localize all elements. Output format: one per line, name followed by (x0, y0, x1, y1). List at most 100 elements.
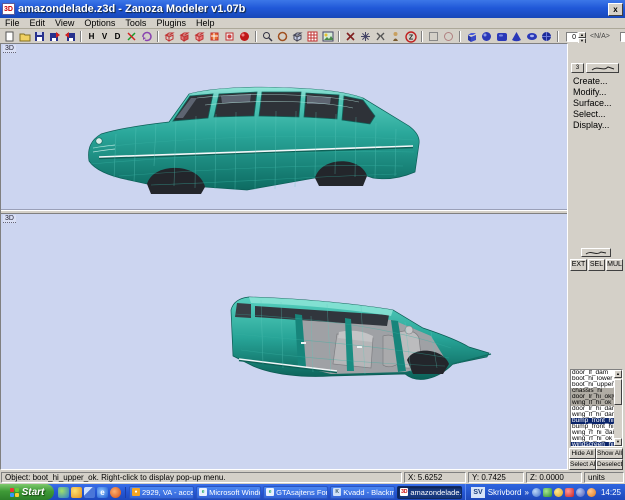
save-file-button[interactable] (32, 31, 47, 43)
tray-update-icon[interactable] (554, 488, 563, 497)
primitive-geosphere-button[interactable] (539, 31, 554, 43)
object-list[interactable]: door_lf_dam boot_hi_lower_ok boot_hi_upp… (570, 369, 623, 447)
scroll-up-icon[interactable]: ▲ (614, 370, 622, 378)
deselect-button[interactable]: Deselect (596, 459, 623, 470)
flat-mode-button[interactable] (177, 31, 192, 43)
toolbar-separator (157, 31, 159, 42)
local-axes-button[interactable] (290, 31, 305, 43)
textured-mode-button[interactable] (207, 31, 222, 43)
unwrap-button[interactable] (426, 31, 441, 43)
toolbar-separator (255, 31, 257, 42)
select-all-button[interactable]: Select All (569, 459, 596, 470)
tray-alert-icon[interactable] (565, 488, 574, 497)
tray-globe-icon[interactable] (532, 488, 541, 497)
spinner-2-value[interactable]: 0 (620, 32, 625, 42)
browser-icon[interactable] (110, 487, 121, 498)
export-button[interactable] (62, 31, 77, 43)
language-indicator[interactable]: SV (471, 487, 484, 498)
tray-gear-icon[interactable] (587, 488, 596, 497)
mul-mode-button[interactable]: MUL (606, 259, 623, 271)
new-document-button[interactable] (2, 31, 17, 43)
menu-plugins[interactable]: Plugins (151, 18, 191, 28)
surface-menu-item[interactable]: Surface... (573, 98, 612, 109)
chevron-icon[interactable]: » (525, 488, 529, 497)
circle-select-button[interactable] (441, 31, 456, 43)
title-bar: 3D amazondelade.z3d - Zanoza Modeler v1.… (0, 0, 625, 18)
menu-file[interactable]: File (0, 18, 25, 28)
tray-shield-icon[interactable] (543, 488, 552, 497)
menu-view[interactable]: View (50, 18, 79, 28)
taskbar-window-4[interactable]: KKvadd - Blackmores ... (330, 486, 395, 499)
primitive-cone-button[interactable] (509, 31, 524, 43)
object-list-scrollbar[interactable]: ▲ ▼ (614, 370, 622, 446)
menu-edit[interactable]: Edit (25, 18, 51, 28)
create-menu-item[interactable]: Create... (573, 76, 612, 87)
zmodeler-menu-button[interactable]: Z (403, 31, 418, 43)
curve-button-2[interactable] (581, 248, 611, 257)
taskbar-window-2[interactable]: eMicrosoft Windows U... (196, 486, 261, 499)
taskbar-window-5[interactable]: 3Damazondelade.z3d -... (397, 486, 462, 499)
attach-tool-button[interactable] (373, 31, 388, 43)
display-menu-item[interactable]: Display... (573, 120, 612, 131)
show-desktop-icon[interactable] (84, 487, 95, 498)
internet-explorer-icon[interactable]: e (97, 487, 108, 498)
viewport-bottom-3d[interactable]: 3D (1, 214, 567, 469)
desktop: 3D amazondelade.z3d - Zanoza Modeler v1.… (0, 0, 625, 500)
panel-small-button[interactable]: 3 (571, 63, 584, 73)
media-player-icon[interactable] (58, 487, 69, 498)
toolbar-separator (421, 31, 423, 42)
viewport-top-3d[interactable]: 3D (1, 44, 567, 210)
taskbar-window-3[interactable]: eGTAsajtens Forum -... (263, 486, 328, 499)
view-d-button[interactable]: D (111, 31, 124, 43)
scroll-thumb[interactable] (614, 379, 622, 405)
ext-mode-button[interactable]: EXT (570, 259, 587, 271)
sel-mode-button[interactable]: SEL (588, 259, 605, 271)
close-button[interactable]: x (608, 3, 623, 16)
spinner-1-value[interactable]: 0 (566, 32, 578, 42)
list-item[interactable]: windscreen_hi_ok (571, 442, 616, 447)
scroll-down-icon[interactable]: ▼ (614, 438, 622, 446)
primitive-torus-button[interactable] (524, 31, 539, 43)
zoom-tool-button[interactable] (260, 31, 275, 43)
primitive-sphere-button[interactable] (479, 31, 494, 43)
curve-button[interactable] (586, 63, 619, 73)
viewport-top-label[interactable]: 3D (3, 45, 16, 53)
tray-volume-icon[interactable] (576, 488, 585, 497)
material-mode-button[interactable] (222, 31, 237, 43)
desktop-toolbar-label[interactable]: Skrivbord (488, 488, 522, 497)
open-file-button[interactable] (17, 31, 32, 43)
hide-all-button[interactable]: Hide All (569, 448, 596, 459)
modify-menu-item[interactable]: Modify... (573, 87, 612, 98)
rotate-tool-button[interactable] (139, 31, 154, 43)
view-h-button[interactable]: H (85, 31, 98, 43)
smooth-mode-button[interactable] (192, 31, 207, 43)
taskbar-clock: 14:25 (601, 488, 621, 497)
start-button[interactable]: Start (0, 484, 54, 500)
view-v-button[interactable]: V (98, 31, 111, 43)
create-vertex-button[interactable] (358, 31, 373, 43)
taskbar-window-1[interactable]: ●2929, VA - acces fea... (129, 486, 194, 499)
primitive-dummy-button[interactable] (494, 31, 509, 43)
move-tool-button[interactable] (124, 31, 139, 43)
chat-icon: K (333, 488, 341, 496)
menu-help[interactable]: Help (191, 18, 220, 28)
delete-tool-button[interactable] (343, 31, 358, 43)
rounded-box-icon (496, 31, 508, 42)
snap-grid-button[interactable] (305, 31, 320, 43)
status-message: Object: boot_hi_upper_ok. Right-click to… (1, 472, 402, 483)
viewport-bottom-label[interactable]: 3D (3, 215, 16, 223)
messenger-icon[interactable] (71, 487, 82, 498)
menu-tools[interactable]: Tools (120, 18, 151, 28)
show-all-button[interactable]: Show All (596, 448, 623, 459)
background-image-button[interactable] (320, 31, 335, 43)
detach-tool-button[interactable] (388, 31, 403, 43)
geosphere-primitive-icon (541, 31, 552, 42)
primitive-box-button[interactable] (464, 31, 479, 43)
render-sphere-button[interactable] (237, 31, 252, 43)
import-button[interactable] (47, 31, 62, 43)
select-menu-item[interactable]: Select... (573, 109, 612, 120)
wireframe-mode-button[interactable] (162, 31, 177, 43)
menu-options[interactable]: Options (79, 18, 120, 28)
orbit-tool-button[interactable] (275, 31, 290, 43)
asterisk-icon (360, 31, 371, 42)
